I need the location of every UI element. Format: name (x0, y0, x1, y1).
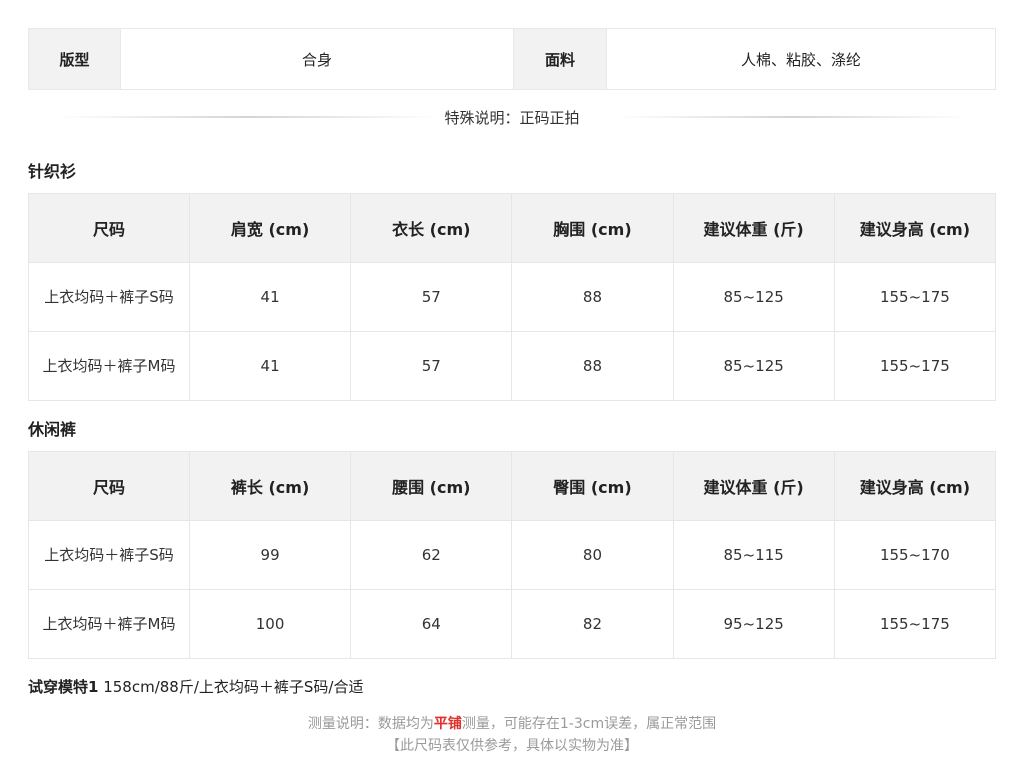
model-details: 158cm/88斤/上衣均码＋裤子S码/合适 (98, 678, 364, 696)
fit-value: 合身 (120, 29, 513, 89)
cell-length: 57 (350, 262, 513, 332)
disclaimer: 【此尺码表仅供参考，具体以实物为准】 (386, 738, 638, 754)
cell-height: 155~175 (833, 262, 997, 332)
header-height: 建议身高 (cm) (833, 193, 997, 263)
header-shoulder: 肩宽 (cm) (188, 193, 352, 263)
cell-weight: 95~125 (672, 589, 835, 659)
header-chest: 胸围 (cm) (511, 193, 674, 263)
cell-hip: 82 (511, 589, 674, 659)
fit-label: 版型 (29, 29, 120, 89)
header-size: 尺码 (28, 193, 190, 263)
cell-waist: 62 (350, 520, 513, 590)
cell-pant-length: 100 (188, 589, 352, 659)
pants-section-title: 休闲裤 (28, 420, 77, 439)
model-label: 试穿模特1 (28, 678, 99, 696)
header-weight: 建议体重 (斤) (672, 193, 835, 263)
table-header-row: 尺码 肩宽 (cm) 衣长 (cm) 胸围 (cm) 建议体重 (斤) 建议身高… (28, 193, 997, 263)
table-header-row: 尺码 裤长 (cm) 腰围 (cm) 臀围 (cm) 建议体重 (斤) 建议身高… (28, 451, 997, 521)
table-row: 上衣均码＋裤子M码 41 57 88 85~125 155~175 (28, 331, 997, 401)
knit-size-table: 尺码 肩宽 (cm) 衣长 (cm) 胸围 (cm) 建议体重 (斤) 建议身高… (28, 193, 997, 401)
cell-height: 155~175 (833, 331, 997, 401)
cell-pant-length: 99 (188, 520, 352, 590)
knit-section-title: 针织衫 (28, 162, 77, 181)
cell-weight: 85~115 (672, 520, 835, 590)
cell-size: 上衣均码＋裤子M码 (28, 589, 190, 659)
cell-size: 上衣均码＋裤子S码 (28, 520, 190, 590)
cell-height: 155~175 (833, 589, 997, 659)
fabric-value: 人棉、粘胶、涤纶 (606, 29, 995, 89)
spec-table: 版型 合身 面料 人棉、粘胶、涤纶 (28, 28, 996, 90)
header-height: 建议身高 (cm) (833, 451, 997, 521)
cell-size: 上衣均码＋裤子M码 (28, 331, 190, 401)
pants-size-table: 尺码 裤长 (cm) 腰围 (cm) 臀围 (cm) 建议体重 (斤) 建议身高… (28, 451, 997, 659)
model-info: 试穿模特1 158cm/88斤/上衣均码＋裤子S码/合适 (28, 676, 363, 697)
cell-height: 155~170 (833, 520, 997, 590)
header-length: 衣长 (cm) (350, 193, 513, 263)
cell-hip: 80 (511, 520, 674, 590)
measure-note-suffix: 测量，可能存在1-3cm误差，属正常范围 (461, 716, 717, 732)
measure-note: 测量说明：数据均为平铺测量，可能存在1-3cm误差，属正常范围 (0, 713, 1024, 733)
table-row: 上衣均码＋裤子S码 99 62 80 85~115 155~170 (28, 520, 997, 590)
header-size: 尺码 (28, 451, 190, 521)
special-note-text: 特殊说明：正码正拍 (444, 109, 580, 127)
cell-chest: 88 (511, 262, 674, 332)
cell-weight: 85~125 (672, 331, 835, 401)
header-weight: 建议体重 (斤) (672, 451, 835, 521)
special-note: 特殊说明：正码正拍 (28, 104, 996, 130)
fabric-label: 面料 (513, 29, 606, 89)
measure-note-prefix: 测量说明：数据均为 (307, 716, 434, 732)
header-pant-length: 裤长 (cm) (188, 451, 352, 521)
header-waist: 腰围 (cm) (350, 451, 513, 521)
cell-chest: 88 (511, 331, 674, 401)
cell-shoulder: 41 (188, 331, 352, 401)
cell-shoulder: 41 (188, 262, 352, 332)
cell-waist: 64 (350, 589, 513, 659)
table-row: 上衣均码＋裤子M码 100 64 82 95~125 155~175 (28, 589, 997, 659)
cell-length: 57 (350, 331, 513, 401)
cell-size: 上衣均码＋裤子S码 (28, 262, 190, 332)
header-hip: 臀围 (cm) (511, 451, 674, 521)
measure-note-highlight: 平铺 (433, 716, 462, 732)
cell-weight: 85~125 (672, 262, 835, 332)
table-row: 上衣均码＋裤子S码 41 57 88 85~125 155~175 (28, 262, 997, 332)
